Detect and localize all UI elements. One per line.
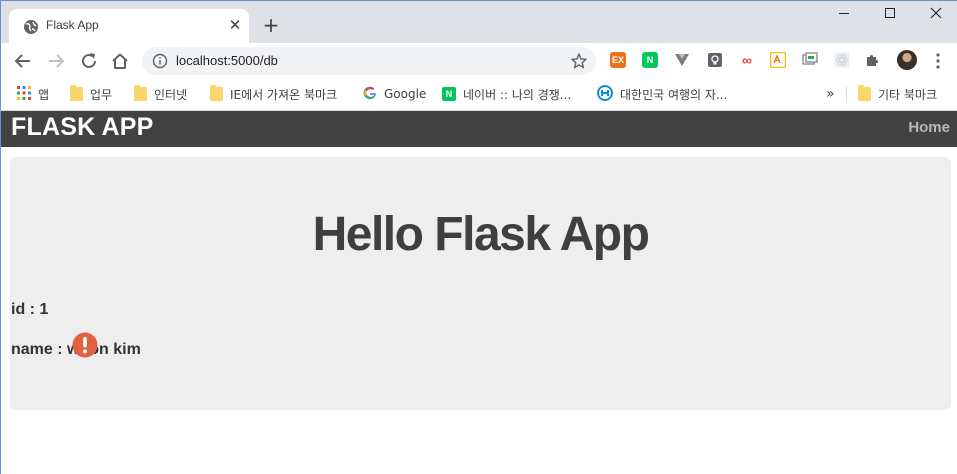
folder-icon — [210, 85, 223, 101]
home-icon[interactable] — [109, 50, 131, 72]
infinity-extension-icon[interactable]: ∞ — [739, 52, 755, 68]
bookmark-folder-work[interactable]: 업무 — [70, 85, 112, 103]
bookmark-travel[interactable]: 대한민국 여행의 자... — [597, 84, 728, 104]
web-page: FLASK APP Home Hello Flask App id : 1 na… — [0, 111, 957, 474]
travel-icon — [597, 84, 613, 104]
window-extension-icon[interactable] — [802, 52, 818, 68]
ex-extension-icon[interactable]: EX — [610, 52, 626, 68]
jumbotron: Hello Flask App — [10, 157, 951, 410]
folder-icon — [134, 85, 147, 101]
bookmark-label: IE에서 가져온 북마크 — [230, 87, 338, 102]
bookmarks-divider — [846, 87, 847, 103]
record-id: id : 1 — [11, 301, 49, 318]
nav-home-link[interactable]: Home — [908, 119, 950, 136]
puzzle-icon[interactable] — [865, 52, 881, 68]
bookmark-label: 대한민국 여행의 자... — [620, 87, 728, 102]
kebab-menu-icon[interactable] — [931, 51, 945, 71]
keep-extension-icon[interactable] — [707, 52, 723, 68]
address-bar[interactable]: localhost:5000/db — [142, 47, 596, 75]
browser-tab[interactable]: Flask App ✕ — [9, 9, 249, 44]
maximize-icon[interactable] — [875, 7, 905, 25]
folder-icon — [858, 85, 871, 101]
bookmark-label: Google — [384, 87, 427, 101]
bookmark-label: 인터넷 — [154, 87, 188, 102]
vuejs-extension-icon[interactable] — [674, 52, 690, 68]
bookmarks-bar: 앱 업무 인터넷 IE에서 가져온 북마크 Google N 네이버 :: 나의… — [0, 79, 957, 111]
page-heading: Hello Flask App — [312, 208, 650, 261]
close-window-icon[interactable] — [921, 7, 951, 25]
translate-extension-icon[interactable] — [769, 51, 787, 69]
bookmark-apps[interactable]: 앱 — [17, 85, 49, 103]
bookmark-folder-ie[interactable]: IE에서 가져온 북마크 — [210, 85, 337, 103]
bookmark-folder-internet[interactable]: 인터넷 — [134, 85, 187, 103]
tab-title: Flask App — [46, 18, 99, 32]
bookmark-label: 업무 — [90, 87, 113, 102]
bookmark-label: 앱 — [38, 87, 50, 102]
bookmark-folder-other[interactable]: 기타 북마크 — [858, 85, 937, 103]
bookmark-naver[interactable]: N 네이버 :: 나의 경쟁... — [442, 85, 571, 103]
exclamation-alert-icon[interactable] — [72, 332, 98, 358]
react-extension-icon[interactable] — [834, 52, 850, 68]
tab-strip: Flask App ✕ + — [0, 0, 957, 44]
apps-grid-icon — [17, 85, 31, 103]
close-tab-icon[interactable]: ✕ — [227, 17, 243, 33]
app-navbar: FLASK APP Home — [1, 111, 957, 147]
folder-icon — [70, 85, 83, 101]
reload-icon[interactable] — [78, 50, 100, 72]
google-icon — [363, 86, 377, 103]
info-icon[interactable] — [152, 53, 168, 69]
new-tab-button[interactable]: + — [261, 15, 281, 36]
url-text: localhost:5000/db — [176, 53, 278, 68]
back-icon[interactable] — [12, 50, 34, 72]
naver-extension-icon[interactable]: N — [642, 52, 658, 68]
bookmark-label: 네이버 :: 나의 경쟁... — [463, 87, 572, 102]
forward-icon[interactable] — [45, 50, 67, 72]
bookmarks-overflow-chevron[interactable]: » — [826, 85, 835, 103]
bookmark-star-icon[interactable] — [570, 52, 588, 70]
minimize-icon[interactable] — [829, 7, 859, 25]
browser-toolbar: localhost:5000/db EX N ∞ — [0, 43, 957, 79]
globe-icon — [23, 19, 39, 35]
bookmark-label: 기타 북마크 — [878, 87, 938, 102]
profile-avatar[interactable] — [897, 50, 917, 70]
brand-logo[interactable]: FLASK APP — [11, 113, 154, 142]
naver-icon: N — [442, 87, 456, 101]
bookmark-google[interactable]: Google — [363, 85, 426, 103]
